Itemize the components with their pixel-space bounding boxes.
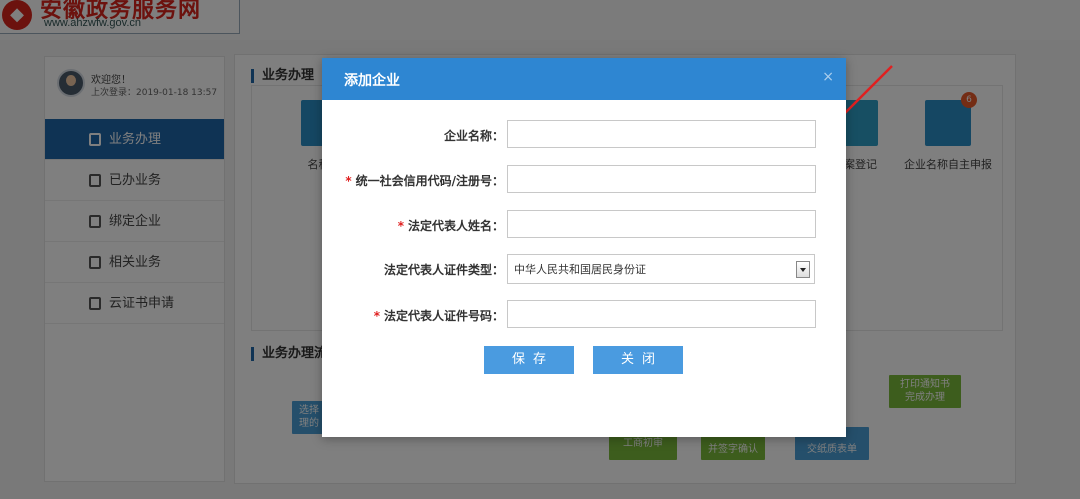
save-button[interactable]: 保存 [484,346,574,374]
legal-rep-name-label: * 法定代表人姓名： [397,219,504,233]
required-mark: * [397,219,404,233]
id-type-selected-value: 中华人民共和国居民身份证 [514,263,646,276]
close-button[interactable]: 关闭 [593,346,683,374]
add-company-dialog: 添加企业 × 企业名称： * 统一社会信用代码/注册号： * 法定代表人姓名： 法定… [322,58,846,437]
dialog-title: 添加企业 [344,73,400,89]
company-name-input[interactable] [507,120,816,148]
field-id-number: * 法定代表人证件号码： [322,300,846,328]
legal-rep-name-input[interactable] [507,210,816,238]
credit-code-label: * 统一社会信用代码/注册号： [345,174,504,188]
field-company-name: 企业名称： [322,120,846,148]
id-number-label: * 法定代表人证件号码： [373,309,504,323]
field-credit-code: * 统一社会信用代码/注册号： [322,165,846,193]
dialog-header: 添加企业 × [322,58,846,100]
company-name-label: 企业名称： [443,129,504,143]
id-number-input[interactable] [507,300,816,328]
credit-code-input[interactable] [507,165,816,193]
close-icon[interactable]: × [822,69,834,85]
required-mark: * [373,309,380,323]
id-type-select[interactable]: 中华人民共和国居民身份证 [507,254,815,284]
required-mark: * [345,174,352,188]
id-type-label: 法定代表人证件类型： [383,263,504,277]
chevron-down-icon[interactable] [796,261,810,278]
field-id-type: 法定代表人证件类型： 中华人民共和国居民身份证 [322,254,846,284]
field-legal-rep-name: * 法定代表人姓名： [322,210,846,238]
